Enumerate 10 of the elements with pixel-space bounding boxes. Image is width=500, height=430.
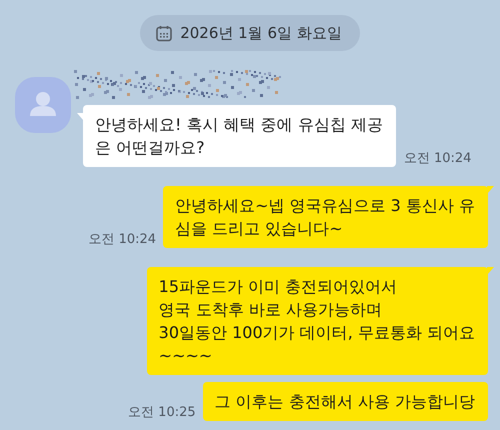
message-time: 오전 10:25 <box>128 404 196 421</box>
bubble-tail <box>77 113 84 121</box>
message-time: 오전 10:24 <box>404 150 472 167</box>
message-bubble: 그 이후는 충전해서 사용 가능합니당 <box>202 382 488 421</box>
date-label: 2026년 1월 6일 화요일 <box>180 24 342 42</box>
bubble-tail <box>487 267 494 275</box>
message-time: 오전 10:24 <box>88 231 156 248</box>
bubble-tail <box>487 186 494 194</box>
avatar-icon[interactable] <box>15 77 71 133</box>
calendar-icon <box>156 24 172 42</box>
